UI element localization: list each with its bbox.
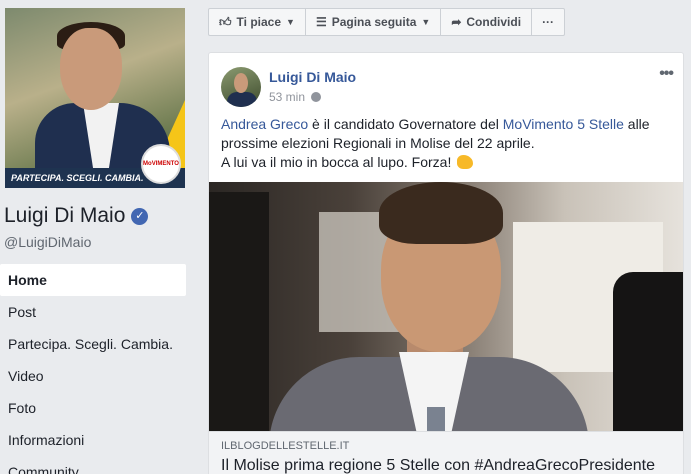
post-author-avatar[interactable] (221, 67, 261, 107)
movement-logo: MoVIMENTO (141, 144, 181, 184)
share-button[interactable]: ➦ Condividi (440, 8, 533, 36)
chevron-down-icon: ▼ (421, 17, 431, 27)
chevron-down-icon: ▼ (286, 17, 295, 27)
page-name[interactable]: Luigi Di Maio ✓ (4, 204, 149, 228)
thumbs-up-icon: 👍︎ (219, 14, 232, 29)
nav-item-foto[interactable]: Foto (0, 392, 186, 424)
following-label: Pagina seguita (331, 15, 417, 29)
post-text: Andrea Greco è il candidato Governatore … (221, 115, 673, 172)
verified-badge-icon: ✓ (131, 207, 149, 225)
avatar-suit (227, 92, 257, 107)
image-car-seat-right (613, 272, 683, 431)
nav-item-informazioni[interactable]: Informazioni (0, 424, 186, 456)
page-name-text[interactable]: Luigi Di Maio (4, 204, 125, 228)
page-nav: Home Post Partecipa. Scegli. Cambia. Vid… (0, 264, 186, 474)
link-title[interactable]: Il Molise prima regione 5 Stelle con #An… (221, 457, 655, 474)
mention-movimento[interactable]: MoVimento 5 Stelle (503, 116, 624, 132)
link-preview[interactable]: ILBLOGDELLESTELLE.IT Il Molise prima reg… (209, 431, 683, 474)
rss-icon: ☰ (315, 15, 327, 29)
mention-andrea-greco[interactable]: Andrea Greco (221, 116, 308, 132)
post-text-line2: A lui va il mio in bocca al lupo. Forza! (221, 154, 452, 170)
nav-item-post[interactable]: Post (0, 296, 186, 328)
post-timestamp[interactable]: 53 min (269, 90, 322, 104)
post-author-name[interactable]: Luigi Di Maio (269, 69, 356, 85)
post-card: Luigi Di Maio 53 min ••• Andrea Greco è … (208, 52, 684, 474)
image-car-seat-left (209, 192, 269, 431)
image-tie (427, 407, 445, 431)
share-label: Condividi (466, 15, 522, 29)
nav-item-video[interactable]: Video (0, 360, 186, 392)
post-text-part1: è il candidato Governatore del (308, 116, 503, 132)
page-handle[interactable]: @LuigiDiMaio (4, 234, 91, 250)
like-label: Ti piace (236, 15, 282, 29)
more-dots-icon: ··· (542, 15, 555, 29)
following-button[interactable]: ☰ Pagina seguita ▼ (304, 8, 442, 36)
share-arrow-icon: ➦ (451, 15, 462, 29)
left-column: PARTECIPA. SCEGLI. CAMBIA. MoVIMENTO Lui… (0, 0, 200, 474)
nav-item-home[interactable]: Home (0, 264, 186, 296)
like-button[interactable]: 👍︎ Ti piace ▼ (208, 8, 306, 36)
nav-item-community[interactable]: Community (0, 456, 186, 474)
post-options-icon[interactable]: ••• (659, 65, 674, 83)
more-actions-button[interactable]: ··· (531, 8, 566, 36)
flexed-biceps-icon (457, 155, 474, 169)
post-time-text[interactable]: 53 min (269, 90, 305, 104)
nav-item-partecipa[interactable]: Partecipa. Scegli. Cambia. (0, 328, 186, 360)
post-image[interactable] (209, 182, 683, 431)
profile-picture[interactable]: PARTECIPA. SCEGLI. CAMBIA. MoVIMENTO (5, 8, 185, 188)
avatar-head (234, 73, 248, 93)
globe-icon (311, 92, 322, 102)
profile-head (60, 28, 122, 110)
page-action-bar: 👍︎ Ti piace ▼ ☰ Pagina seguita ▼ ➦ Condi… (208, 8, 566, 36)
image-hair (379, 182, 503, 244)
link-domain: ILBLOGDELLESTELLE.IT (221, 440, 350, 452)
